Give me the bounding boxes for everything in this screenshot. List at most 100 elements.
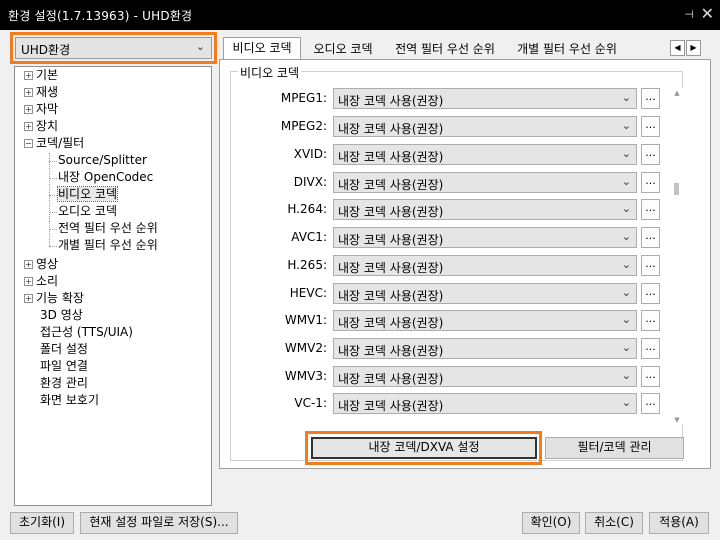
codec-more-button[interactable]: ... (641, 88, 660, 109)
scroll-thumb[interactable] (674, 183, 679, 195)
codec-label: XVID: (293, 147, 327, 161)
tree-connector (49, 161, 57, 162)
tab-scroll-left-icon[interactable]: ◀ (670, 40, 685, 56)
codec-dropdown[interactable]: 내장 코덱 사용(권장) ⌄ (333, 310, 637, 331)
expand-icon[interactable]: + (24, 294, 33, 303)
collapse-icon[interactable]: − (24, 139, 33, 148)
tree-connector (49, 195, 57, 196)
codec-dropdown[interactable]: 내장 코덱 사용(권장) ⌄ (333, 393, 637, 414)
tree-item-subtitle[interactable]: + 자막 (24, 101, 58, 118)
codec-row-hevc: HEVC: 내장 코덱 사용(권장) ⌄ ... (230, 282, 670, 306)
tab-scroll-right-icon[interactable]: ▶ (686, 40, 701, 56)
codec-more-button[interactable]: ... (641, 199, 660, 220)
codec-more-button[interactable]: ... (641, 338, 660, 359)
codec-dropdown[interactable]: 내장 코덱 사용(권장) ⌄ (333, 144, 637, 165)
expand-icon[interactable]: + (24, 88, 33, 97)
tree-item-sound[interactable]: + 소리 (24, 273, 58, 290)
codec-more-button[interactable]: ... (641, 255, 660, 276)
expand-icon[interactable]: + (24, 122, 33, 131)
chevron-down-icon: ⌄ (621, 396, 631, 409)
codec-dropdown[interactable]: 내장 코덱 사용(권장) ⌄ (333, 227, 637, 248)
tree-item-codec-filter[interactable]: − 코덱/필터 (24, 135, 84, 152)
save-file-button[interactable]: 현재 설정 파일로 저장(S)... (80, 512, 238, 534)
tree-item-label: 파일 연결 (40, 359, 88, 373)
tree-item-accessibility[interactable]: 접근성 (TTS/UIA) (40, 324, 133, 341)
codec-more-button[interactable]: ... (641, 393, 660, 414)
codec-label: H.265: (287, 258, 327, 272)
codec-more-button[interactable]: ... (641, 144, 660, 165)
codec-list-scrollbar[interactable]: ▲ ▼ (671, 88, 683, 425)
codec-dropdown[interactable]: 내장 코덱 사용(권장) ⌄ (333, 88, 637, 109)
tab-audio-codec[interactable]: 오디오 코덱 (304, 39, 382, 59)
scroll-up-icon[interactable]: ▲ (672, 88, 682, 98)
tree-item-opencodec[interactable]: 내장 OpenCodec (58, 169, 153, 186)
codec-dropdown[interactable]: 내장 코덱 사용(권장) ⌄ (333, 255, 637, 276)
tree-item-device[interactable]: + 장치 (24, 118, 58, 135)
tree-item-video-codec[interactable]: 비디오 코덱 (56, 186, 119, 203)
codec-more-button[interactable]: ... (641, 227, 660, 248)
expand-icon[interactable]: + (24, 277, 33, 286)
tree-item-screensaver[interactable]: 화면 보호기 (40, 392, 99, 409)
tree-item-label: 기본 (36, 68, 59, 82)
tree-item-label: 기능 확장 (36, 291, 84, 305)
tree-item-label: 접근성 (TTS/UIA) (40, 325, 133, 339)
codec-dropdown[interactable]: 내장 코덱 사용(권장) ⌄ (333, 338, 637, 359)
chevron-down-icon: ⌄ (621, 369, 631, 382)
tab-global-filter[interactable]: 전역 필터 우선 순위 (386, 39, 504, 59)
reset-button[interactable]: 초기화(I) (10, 512, 74, 534)
tree-connector (49, 178, 57, 179)
tree-item-env-manage[interactable]: 환경 관리 (40, 375, 88, 392)
tree-item-individual-filter[interactable]: 개별 필터 우선 순위 (58, 237, 158, 254)
tree-item-source-splitter[interactable]: Source/Splitter (58, 152, 147, 169)
tree-item-file-assoc[interactable]: 파일 연결 (40, 358, 88, 375)
tree-item-label: 장치 (36, 119, 59, 133)
tree-item-extension[interactable]: + 기능 확장 (24, 290, 84, 307)
tab-video-codec[interactable]: 비디오 코덱 (223, 37, 301, 60)
window-title: 환경 설정(1.7.13963) - UHD환경 (8, 9, 193, 23)
cancel-button[interactable]: 취소(C) (585, 512, 643, 534)
codec-value: 내장 코덱 사용(권장) (338, 399, 444, 413)
codec-more-button[interactable]: ... (641, 366, 660, 387)
codec-more-button[interactable]: ... (641, 172, 660, 193)
scroll-down-icon[interactable]: ▼ (672, 415, 682, 425)
codec-value: 내장 코덱 사용(권장) (338, 122, 444, 136)
tree-connector (49, 221, 50, 246)
tab-individual-filter[interactable]: 개별 필터 우선 순위 (508, 39, 626, 59)
codec-dropdown[interactable]: 내장 코덱 사용(권장) ⌄ (333, 199, 637, 220)
tree-item-folder[interactable]: 폴더 설정 (40, 341, 88, 358)
tree-item-audio-codec[interactable]: 오디오 코덱 (58, 203, 117, 220)
codec-dropdown[interactable]: 내장 코덱 사용(권장) ⌄ (333, 172, 637, 193)
tree-item-playback[interactable]: + 재생 (24, 84, 58, 101)
settings-tree[interactable]: + 기본 + 재생 + 자막 + 장치 − 코덱/필터 Source/Splitter 내… (14, 66, 212, 506)
tree-item-label: 3D 영상 (40, 308, 83, 322)
chevron-down-icon: ⌄ (621, 202, 631, 215)
tree-item-basic[interactable]: + 기본 (24, 67, 58, 84)
tree-item-global-filter[interactable]: 전역 필터 우선 순위 (58, 220, 158, 237)
expand-icon[interactable]: + (24, 260, 33, 269)
filter-codec-manage-button[interactable]: 필터/코덱 관리 (545, 437, 684, 459)
tree-item-label: 폴더 설정 (40, 342, 88, 356)
profile-dropdown[interactable]: UHD환경 ⌄ (15, 37, 212, 59)
video-codec-group-label: 비디오 코덱 (238, 64, 302, 81)
codec-more-button[interactable]: ... (641, 283, 660, 304)
title-bar: 환경 설정(1.7.13963) - UHD환경 ⊣ ✕ (0, 0, 720, 30)
apply-button[interactable]: 적용(A) (649, 512, 709, 534)
ok-button[interactable]: 확인(O) (522, 512, 580, 534)
tree-item-video[interactable]: + 영상 (24, 256, 58, 273)
pin-icon[interactable]: ⊣ (684, 8, 694, 21)
codec-row-h264: H.264: 내장 코덱 사용(권장) ⌄ ... (230, 198, 670, 222)
internal-codec-dxva-button[interactable]: 내장 코덱/DXVA 설정 (311, 437, 537, 459)
codec-dropdown[interactable]: 내장 코덱 사용(권장) ⌄ (333, 283, 637, 304)
codec-value: 내장 코덱 사용(권장) (338, 150, 444, 164)
tree-item-3d[interactable]: 3D 영상 (40, 307, 83, 324)
codec-label: MPEG2: (280, 119, 327, 133)
codec-more-button[interactable]: ... (641, 116, 660, 137)
codec-dropdown[interactable]: 내장 코덱 사용(권장) ⌄ (333, 366, 637, 387)
codec-row-wmv3: WMV3: 내장 코덱 사용(권장) ⌄ ... (230, 365, 670, 389)
expand-icon[interactable]: + (24, 105, 33, 114)
expand-icon[interactable]: + (24, 71, 33, 80)
codec-dropdown[interactable]: 내장 코덱 사용(권장) ⌄ (333, 116, 637, 137)
tree-item-label: 화면 보호기 (40, 393, 100, 407)
close-icon[interactable]: ✕ (701, 4, 714, 23)
codec-more-button[interactable]: ... (641, 310, 660, 331)
